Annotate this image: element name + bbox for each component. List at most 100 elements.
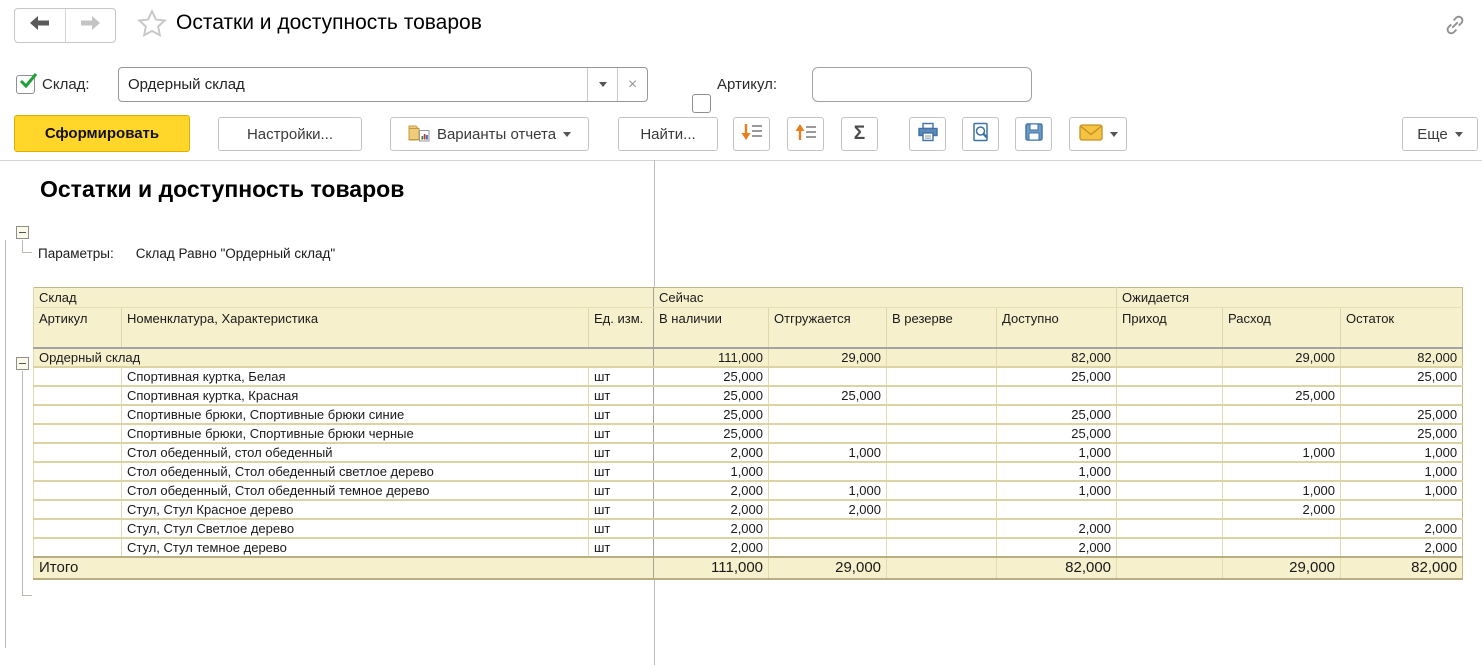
value-cell: 2,000	[653, 441, 769, 462]
value-cell	[1116, 517, 1223, 538]
save-button[interactable]	[1015, 117, 1052, 151]
value-cell	[1116, 346, 1223, 367]
sum-button[interactable]: Σ	[841, 117, 878, 151]
table-row: Спортивная куртка, Белая шт 25,000 25,000 25…	[33, 365, 1463, 386]
params-collapse-button[interactable]	[16, 226, 29, 239]
value-cell	[886, 365, 997, 386]
params-label: Параметры:	[38, 246, 114, 261]
unit-cell: шт	[587, 498, 654, 519]
page-title: Остатки и доступность товаров	[176, 11, 482, 34]
value-cell: 2,000	[1340, 536, 1463, 557]
warehouse-checkbox[interactable]	[16, 73, 38, 94]
article-label: Артикул:	[717, 76, 778, 93]
value-cell: 29,000	[768, 555, 887, 580]
more-label: Еще	[1417, 125, 1448, 143]
unit-cell: шт	[587, 460, 654, 481]
report-variants-button[interactable]: Варианты отчета	[390, 117, 589, 151]
artikul-cell	[33, 403, 122, 424]
unit-cell: шт	[587, 422, 654, 443]
value-cell	[886, 517, 997, 538]
tree-line	[22, 371, 23, 596]
column-header-cell: Расход	[1222, 307, 1341, 349]
nav-history-group	[14, 8, 116, 43]
unit-cell: шт	[587, 441, 654, 462]
table-row: Ордерный склад 111,000 29,000 82,000 29,000 8…	[32, 346, 1463, 367]
value-cell	[886, 498, 997, 519]
column-header-cell: Номенклатура, Характеристика	[121, 307, 589, 349]
value-cell: 82,000	[996, 555, 1117, 580]
value-cell: 1,000	[1340, 479, 1463, 500]
floppy-save-icon	[1024, 122, 1044, 146]
find-button[interactable]: Найти...	[618, 117, 718, 151]
table-row: Стол обеденный, Стол обеденный темное де…	[33, 479, 1463, 500]
warehouse-input[interactable]: Ордерный склад ×	[118, 67, 648, 102]
more-button[interactable]: Еще	[1402, 117, 1478, 151]
group-collapse-button[interactable]	[16, 357, 29, 370]
value-cell: 25,000	[653, 422, 769, 443]
artikul-cell	[33, 441, 122, 462]
value-cell: 25,000	[1340, 422, 1463, 443]
artikul-cell	[33, 479, 122, 500]
params-value: Склад Равно "Ордерный склад"	[135, 246, 336, 261]
value-cell: 1,000	[996, 479, 1117, 500]
column-header-cell: В наличии	[653, 307, 769, 349]
value-cell	[768, 517, 887, 538]
favorite-star-icon[interactable]	[136, 8, 168, 45]
unit-cell: шт	[587, 365, 654, 386]
artikul-cell	[33, 536, 122, 557]
value-cell: 25,000	[996, 403, 1117, 424]
settings-button[interactable]: Настройки...	[218, 117, 362, 151]
forward-button[interactable]	[64, 9, 116, 42]
table-row: Спортивные брюки, Спортивные брюки синие…	[33, 403, 1463, 424]
value-cell: 2,000	[653, 517, 769, 538]
back-button[interactable]	[15, 9, 65, 42]
unit-cell: шт	[587, 403, 654, 424]
value-cell	[1116, 422, 1223, 443]
collapse-groups-button[interactable]	[787, 117, 824, 151]
nomenclature-cell: Спортивные брюки, Спортивные брюки синие	[121, 403, 589, 424]
preview-button[interactable]	[962, 117, 999, 151]
table-group-header-row: Склад Сейчас Ожидается	[32, 287, 1463, 308]
unit-cell: шт	[587, 536, 654, 557]
value-cell	[886, 555, 997, 580]
artikul-cell	[33, 384, 122, 405]
warehouse-dropdown-button[interactable]	[587, 68, 617, 101]
chevron-down-icon	[1109, 131, 1118, 141]
print-button[interactable]	[909, 117, 946, 151]
group-header-cell: Сейчас	[653, 287, 1117, 308]
value-cell: 25,000	[768, 384, 887, 405]
value-cell	[768, 422, 887, 443]
unit-cell: шт	[587, 479, 654, 500]
table-row: Стол обеденный, Стол обеденный светлое д…	[33, 460, 1463, 481]
chevron-down-icon	[598, 82, 607, 91]
value-cell: 82,000	[1340, 555, 1463, 580]
warehouse-input-value[interactable]: Ордерный склад	[119, 68, 587, 101]
forward-arrow-icon	[80, 16, 101, 35]
value-cell	[886, 460, 997, 481]
value-cell: 1,000	[1340, 460, 1463, 481]
get-link-icon[interactable]	[1442, 12, 1468, 43]
article-input[interactable]	[812, 67, 1032, 102]
value-cell	[1222, 403, 1341, 424]
value-cell	[768, 536, 887, 557]
table-row: Стул, Стул Светлое дерево шт 2,000 2,000 2,0…	[33, 517, 1463, 538]
warehouse-clear-button[interactable]: ×	[617, 68, 647, 101]
expand-down-list-icon	[741, 122, 763, 146]
value-cell: 111,000	[653, 346, 769, 367]
generate-button[interactable]: Сформировать	[14, 115, 190, 152]
expand-groups-button[interactable]	[733, 117, 770, 151]
column-header-cell: Отгружается	[768, 307, 887, 349]
report-table: Склад Сейчас Ожидается Артикул Номенклатура,…	[32, 287, 1464, 580]
send-mail-button[interactable]	[1069, 117, 1127, 151]
value-cell: 25,000	[1340, 403, 1463, 424]
group-name-cell: Ордерный склад	[32, 346, 654, 367]
check-icon	[19, 73, 38, 89]
value-cell	[1222, 422, 1341, 443]
artikul-cell	[33, 498, 122, 519]
chevron-down-icon	[1454, 131, 1463, 141]
value-cell: 2,000	[996, 536, 1117, 557]
value-cell: 1,000	[996, 460, 1117, 481]
artikul-cell	[33, 460, 122, 481]
article-checkbox[interactable]	[692, 94, 711, 113]
value-cell	[1116, 479, 1223, 500]
